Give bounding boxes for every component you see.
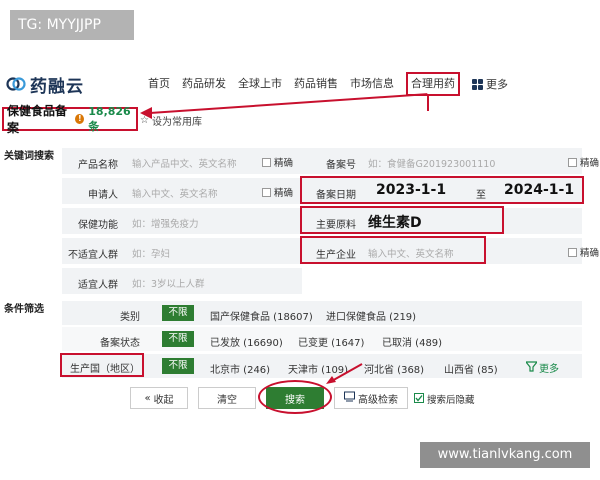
category-label: 类别 (120, 312, 140, 323)
region-label: 生产国（地区） (70, 364, 140, 375)
page-title: 保健食品备案 (7, 104, 68, 135)
chevron-up-icon: « (144, 392, 151, 404)
applicant-label: 申请人 (88, 190, 118, 201)
record-no-exact-checkbox[interactable]: 精确 (568, 155, 599, 169)
info-icon[interactable]: ! (75, 114, 85, 124)
collapse-button[interactable]: « 收起 (130, 387, 188, 409)
region-option-beijing[interactable]: 北京市 (246) (210, 361, 270, 376)
watermark-site: www.tianlvkang.com (420, 442, 590, 468)
applicant-exact-checkbox[interactable]: 精确 (262, 185, 293, 199)
nav-market-info[interactable]: 市场信息 (350, 72, 394, 96)
nav-home[interactable]: 首页 (148, 72, 170, 96)
clear-button[interactable]: 清空 (198, 387, 256, 409)
nav-rnd[interactable]: 药品研发 (182, 72, 226, 96)
status-option-issued[interactable]: 已发放 (16690) (210, 334, 283, 349)
keyword-search-label: 关键词搜索 (4, 151, 54, 162)
star-icon: ☆ (140, 115, 149, 126)
set-favorite-button[interactable]: ☆ 设为常用库 (140, 113, 202, 128)
manufacturer-label: 生产企业 (316, 250, 356, 261)
region-option-hebei[interactable]: 河北省 (368) (364, 361, 424, 376)
set-favorite-label: 设为常用库 (151, 117, 202, 128)
record-date-to-label: 至 (476, 190, 486, 201)
product-name-input[interactable]: 输入产品中文、英文名称 (132, 156, 237, 170)
health-function-input[interactable]: 如：增强免疫力 (132, 216, 199, 230)
record-no-label: 备案号 (326, 160, 356, 171)
suitable-group-input[interactable]: 如：3岁以上人群 (132, 276, 205, 290)
annotation-arrow-region (326, 363, 363, 384)
status-nolimit-button[interactable]: 不限 (162, 331, 194, 347)
main-material-label: 主要原料 (316, 220, 356, 231)
logo-text: 药融云 (30, 76, 84, 97)
region-nolimit-button[interactable]: 不限 (162, 358, 194, 374)
nav-drug-sales[interactable]: 药品销售 (294, 72, 338, 96)
advanced-search-button[interactable]: 高级检索 (334, 387, 408, 409)
unsuitable-group-label: 不适宜人群 (68, 250, 118, 261)
filter-row-category (62, 301, 582, 325)
region-more-link[interactable]: 更多 (524, 360, 559, 375)
advanced-search-label: 高级检索 (358, 394, 398, 406)
suitable-group-label: 适宜人群 (78, 280, 118, 291)
manufacturer-exact-checkbox[interactable]: 精确 (568, 245, 599, 259)
unsuitable-group-input[interactable]: 如：孕妇 (132, 246, 170, 260)
logo[interactable]: 药融云 (6, 70, 84, 98)
category-option-imported[interactable]: 进口保健食品 (219) (326, 308, 416, 323)
health-function-label: 保健功能 (78, 220, 118, 231)
nav-rational-use[interactable]: 合理用药 (406, 72, 460, 96)
manufacturer-input[interactable]: 输入中文、英文名称 (368, 246, 454, 260)
category-nolimit-button[interactable]: 不限 (162, 305, 194, 321)
clear-label: 清空 (217, 394, 237, 406)
annotation-arrow-riser (427, 96, 429, 111)
nav-more[interactable]: 更多 (472, 76, 508, 92)
product-name-exact-checkbox[interactable]: 精确 (262, 155, 293, 169)
advanced-search-icon (344, 391, 355, 405)
main-nav: 首页 药品研发 全球上市 药品销售 市场信息 合理用药 更多 (148, 72, 508, 96)
status-label: 备案状态 (100, 338, 140, 349)
applicant-input[interactable]: 输入中文、英文名称 (132, 186, 218, 200)
annotation-arrow-line (149, 93, 428, 114)
record-date-label: 备案日期 (316, 190, 356, 201)
record-date-to-input[interactable]: 2024-1-1 (504, 182, 574, 198)
page-title-box: 保健食品备案 ! 18,826条 (2, 104, 138, 135)
status-option-changed[interactable]: 已变更 (1647) (298, 334, 364, 349)
hide-after-search-checkbox[interactable]: 搜索后隐藏 (414, 392, 475, 406)
search-highlight-ellipse (258, 380, 332, 414)
category-option-domestic[interactable]: 国产保健食品 (18607) (210, 308, 313, 323)
filter-icon (524, 360, 539, 375)
region-more-label: 更多 (539, 364, 559, 375)
nav-global-launch[interactable]: 全球上市 (238, 72, 282, 96)
exact-label: 精确 (274, 158, 294, 169)
grid-icon (472, 78, 483, 90)
status-option-cancelled[interactable]: 已取消 (489) (382, 334, 442, 349)
product-name-label: 产品名称 (78, 160, 118, 171)
record-count: 18,826条 (88, 104, 131, 133)
exact-label: 精确 (580, 158, 600, 169)
record-no-input[interactable]: 如：食健备G201923001110 (368, 156, 495, 170)
nav-more-label: 更多 (486, 78, 508, 91)
exact-label: 精确 (580, 248, 600, 259)
watermark-tag: TG: MYYJJPP (10, 10, 134, 40)
region-option-shanxi[interactable]: 山西省 (85) (444, 361, 498, 376)
record-date-from-input[interactable]: 2023-1-1 (376, 182, 446, 198)
hide-after-search-label: 搜索后隐藏 (427, 395, 475, 406)
condition-filter-label: 条件筛选 (4, 304, 44, 315)
logo-icon (6, 74, 26, 94)
collapse-label: 收起 (153, 394, 174, 406)
main-material-input[interactable]: 维生素D (368, 212, 422, 232)
checkbox-checked-icon (414, 392, 424, 406)
exact-label: 精确 (274, 188, 294, 199)
